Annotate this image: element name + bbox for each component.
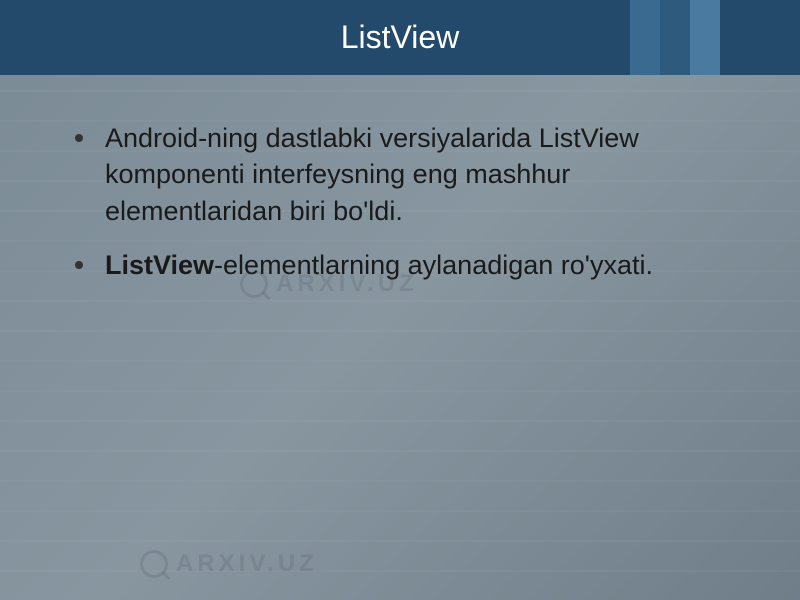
slide-content: Android-ning dastlabki versiyalarida Lis… bbox=[75, 120, 725, 302]
bullet-bold-prefix: ListView bbox=[105, 250, 214, 280]
bullet-dot-icon bbox=[75, 261, 83, 269]
bullet-suffix: -elementlarning aylanadigan ro'yxati. bbox=[214, 250, 653, 280]
accent-block bbox=[630, 0, 660, 75]
watermark-text: ARXIV.UZ bbox=[176, 550, 318, 578]
watermark-bottom: ARXIV.UZ bbox=[140, 550, 318, 578]
slide-title: ListView bbox=[341, 19, 460, 56]
bullet-dot-icon bbox=[75, 134, 83, 142]
slide-header: ListView bbox=[0, 0, 800, 75]
accent-block bbox=[660, 0, 690, 75]
bullet-text: ListView-elementlarning aylanadigan ro'y… bbox=[105, 247, 653, 283]
accent-block bbox=[690, 0, 720, 75]
bullet-text: Android-ning dastlabki versiyalarida Lis… bbox=[105, 120, 725, 229]
bullet-item: ListView-elementlarning aylanadigan ro'y… bbox=[75, 247, 725, 283]
magnifier-icon bbox=[140, 550, 168, 578]
header-accent-blocks bbox=[630, 0, 720, 75]
bullet-item: Android-ning dastlabki versiyalarida Lis… bbox=[75, 120, 725, 229]
